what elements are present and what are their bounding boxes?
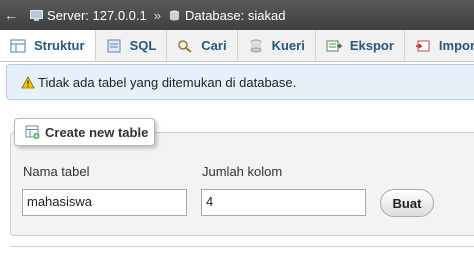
structure-icon [10, 39, 26, 52]
breadcrumb-server-label: Server: 127.0.0.1 [47, 7, 147, 23]
warning-icon [21, 75, 35, 88]
import-icon [415, 40, 430, 51]
tab-structure-label: Struktur [34, 38, 85, 53]
breadcrumb-database-label: Database: siakad [184, 7, 286, 23]
tab-import[interactable]: Impor [405, 30, 474, 61]
create-button[interactable]: Buat [380, 189, 434, 217]
column-count-input[interactable]: 4 [201, 189, 366, 216]
tab-sql-label: SQL [129, 38, 157, 53]
server-icon [30, 9, 43, 21]
breadcrumb-server[interactable]: Server: 127.0.0.1 [22, 8, 147, 23]
export-icon [326, 40, 342, 51]
tab-structure[interactable]: Struktur [0, 30, 96, 61]
database-icon [169, 9, 180, 21]
column-count-label: Jumlah kolom [202, 164, 283, 179]
query-icon [250, 39, 262, 52]
tab-query-label: Kueri [271, 38, 305, 53]
table-name-label: Nama tabel [23, 164, 90, 179]
breadcrumb-database[interactable]: Database: siakad [168, 8, 285, 23]
new-table-icon [25, 125, 40, 139]
divider [10, 246, 474, 247]
tab-search-label: Cari [201, 38, 227, 53]
back-arrow-icon[interactable]: ← [0, 7, 22, 23]
search-icon [178, 39, 192, 53]
table-name-input[interactable]: mahasiswa [22, 189, 187, 216]
sql-icon [107, 39, 121, 52]
create-table-legend-label: Create new table [45, 124, 149, 140]
tab-sql[interactable]: SQL [96, 30, 168, 61]
notice-box: Tidak ada tabel yang ditemukan di databa… [6, 64, 474, 100]
create-table-legend: Create new table [14, 118, 155, 146]
tab-bar: Struktur SQL Cari Kueri Ekspor Impor [0, 30, 474, 62]
tab-export-label: Ekspor [349, 38, 394, 53]
tab-import-label: Impor [438, 38, 474, 53]
tab-query[interactable]: Kueri [238, 30, 316, 61]
create-table-panel [10, 132, 474, 236]
tab-export[interactable]: Ekspor [316, 30, 405, 61]
breadcrumb-separator: » [153, 7, 161, 23]
breadcrumb-bar: ← Server: 127.0.0.1 » Database: siakad [0, 0, 474, 30]
notice-text: Tidak ada tabel yang ditemukan di databa… [38, 74, 297, 90]
tab-search[interactable]: Cari [167, 30, 238, 61]
